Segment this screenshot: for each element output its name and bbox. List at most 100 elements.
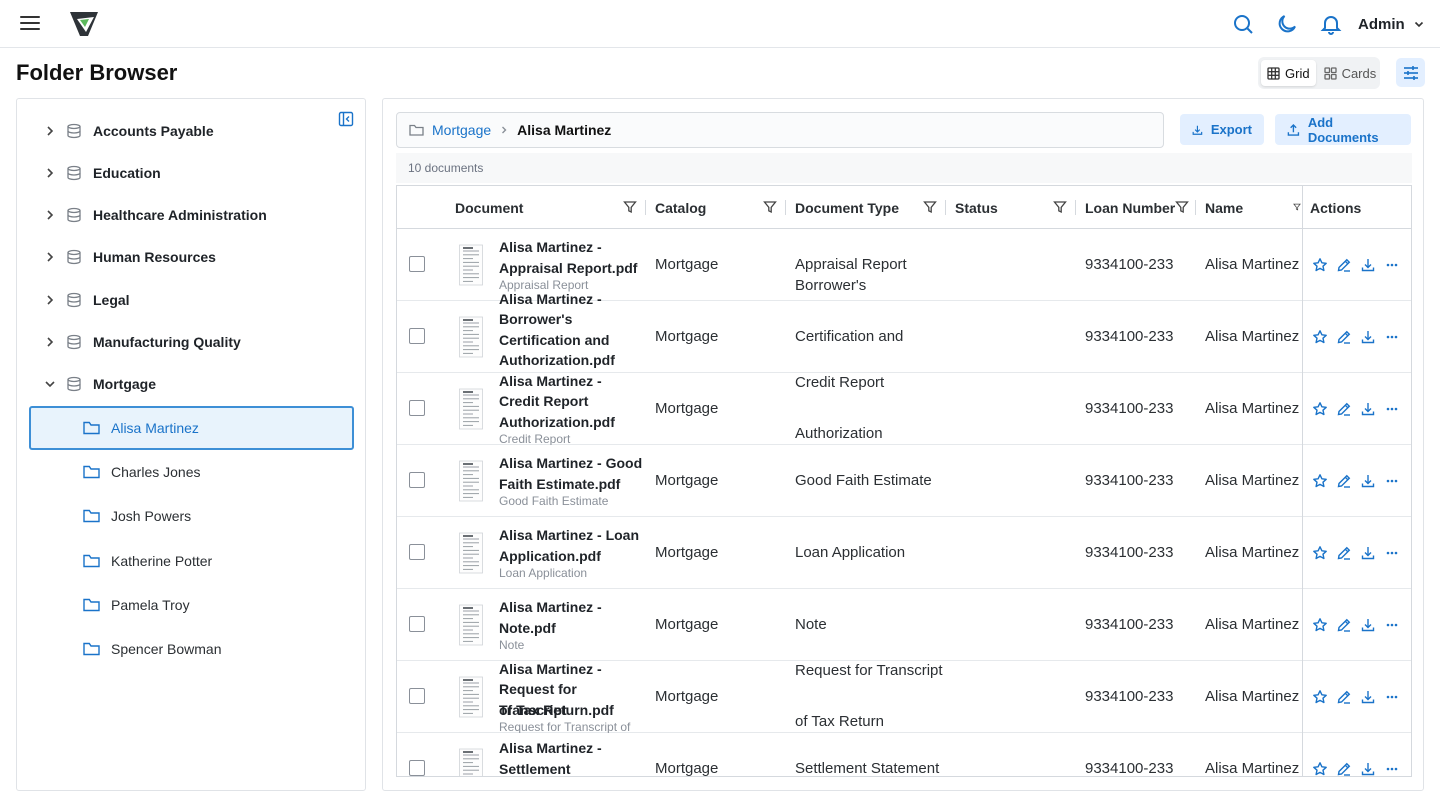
chevron-right-icon[interactable] (44, 336, 56, 348)
brand-logo[interactable] (68, 8, 100, 40)
tree-folder-item[interactable]: Katherine Potter (29, 539, 354, 583)
table-row[interactable]: Alisa Martinez - Good Faith Estimate.pdf G… (397, 445, 1411, 517)
row-checkbox[interactable] (409, 400, 425, 416)
row-checkbox[interactable] (409, 688, 425, 704)
chevron-right-icon[interactable] (44, 167, 56, 179)
more-icon[interactable] (1384, 401, 1400, 417)
table-row[interactable]: Alisa Martinez - Borrower's Certification … (397, 291, 1411, 385)
document-title-line[interactable]: Borrower's (499, 309, 645, 330)
document-thumbnail[interactable] (459, 747, 483, 777)
tree-group-item[interactable]: Accounts Payable (17, 113, 365, 149)
more-icon[interactable] (1384, 617, 1400, 633)
pencil-icon[interactable] (1336, 761, 1352, 777)
pencil-icon[interactable] (1336, 689, 1352, 705)
pencil-icon[interactable] (1336, 473, 1352, 489)
grid-view-button[interactable]: Grid (1261, 60, 1316, 86)
document-title-line[interactable]: Faith Estimate.pdf (499, 474, 645, 495)
tree-folder-item[interactable]: Spencer Bowman (29, 627, 354, 671)
tree-group-item[interactable]: Manufacturing Quality (17, 324, 365, 360)
column-header-name[interactable]: Name (1205, 186, 1243, 229)
document-title-line[interactable]: Alisa Martinez - (499, 371, 645, 392)
pencil-icon[interactable] (1336, 257, 1352, 273)
document-title-line[interactable]: of Tax Return.pdf (499, 700, 645, 721)
more-icon[interactable] (1384, 689, 1400, 705)
add-documents-button[interactable]: Add Documents (1275, 114, 1411, 145)
column-header-status[interactable]: Status (955, 186, 998, 229)
column-header-loan-number[interactable]: Loan Number (1085, 186, 1175, 229)
download-icon[interactable] (1360, 617, 1376, 633)
more-icon[interactable] (1384, 257, 1400, 273)
export-button[interactable]: Export (1180, 114, 1264, 145)
filter-icon[interactable] (623, 200, 637, 214)
pencil-icon[interactable] (1336, 329, 1352, 345)
document-title-line[interactable]: Credit Report (499, 391, 645, 412)
star-icon[interactable] (1312, 761, 1328, 777)
pencil-icon[interactable] (1336, 617, 1352, 633)
download-icon[interactable] (1360, 401, 1376, 417)
tree-group-item[interactable]: Human Resources (17, 239, 365, 275)
document-title-line[interactable]: Alisa Martinez - (499, 597, 645, 618)
chevron-right-icon[interactable] (44, 209, 56, 221)
pencil-icon[interactable] (1336, 401, 1352, 417)
cards-view-button[interactable]: Cards (1318, 60, 1383, 86)
chevron-right-icon[interactable] (44, 294, 56, 306)
bell-icon[interactable] (1319, 12, 1343, 36)
row-checkbox[interactable] (409, 616, 425, 632)
chevron-right-icon[interactable] (44, 125, 56, 137)
search-icon[interactable] (1231, 12, 1255, 36)
tree-group-item[interactable]: Mortgage (17, 366, 365, 402)
tree-group-item[interactable]: Healthcare Administration (17, 197, 365, 233)
row-checkbox[interactable] (409, 544, 425, 560)
row-checkbox[interactable] (409, 256, 425, 272)
document-title-line[interactable]: Appraisal Report.pdf (499, 258, 645, 279)
star-icon[interactable] (1312, 473, 1328, 489)
tree-folder-item[interactable]: Pamela Troy (29, 583, 354, 627)
tree-folder-item[interactable]: Charles Jones (29, 450, 354, 494)
more-icon[interactable] (1384, 761, 1400, 777)
filter-icon[interactable] (1053, 200, 1067, 214)
more-icon[interactable] (1384, 545, 1400, 561)
chevron-down-icon[interactable] (44, 378, 56, 390)
pencil-icon[interactable] (1336, 545, 1352, 561)
filter-icon[interactable] (1293, 200, 1301, 214)
document-thumbnail[interactable] (459, 387, 483, 431)
table-row[interactable]: Alisa Martinez - Request for Transcript of… (397, 659, 1411, 734)
tree-folder-item[interactable]: Alisa Martinez (29, 406, 354, 450)
tree-folder-item[interactable]: Josh Powers (29, 494, 354, 538)
more-icon[interactable] (1384, 329, 1400, 345)
view-settings-button[interactable] (1396, 58, 1425, 87)
star-icon[interactable] (1312, 617, 1328, 633)
document-title-line[interactable]: Alisa Martinez - (499, 659, 645, 680)
download-icon[interactable] (1360, 329, 1376, 345)
document-title-line[interactable]: Authorization.pdf (499, 412, 645, 433)
star-icon[interactable] (1312, 329, 1328, 345)
document-title-line[interactable]: Alisa Martinez - Good (499, 453, 645, 474)
star-icon[interactable] (1312, 545, 1328, 561)
table-row[interactable]: Alisa Martinez -SettlementStatement.pdfM… (397, 733, 1411, 777)
table-row[interactable]: Alisa Martinez - Loan Application.pdf Loan… (397, 517, 1411, 589)
column-header-catalog[interactable]: Catalog (655, 186, 706, 229)
star-icon[interactable] (1312, 401, 1328, 417)
table-row[interactable]: Alisa Martinez - Note.pdf Note Mortgage Note… (397, 589, 1411, 661)
document-thumbnail[interactable] (459, 243, 483, 287)
document-thumbnail[interactable] (459, 315, 483, 359)
column-header-document-type[interactable]: Document Type (795, 186, 899, 229)
filter-icon[interactable] (923, 200, 937, 214)
download-icon[interactable] (1360, 761, 1376, 777)
document-title-line[interactable]: Alisa Martinez - (499, 738, 645, 759)
tree-group-item[interactable]: Education (17, 155, 365, 191)
more-icon[interactable] (1384, 473, 1400, 489)
download-icon[interactable] (1360, 473, 1376, 489)
user-menu[interactable]: Admin (1358, 14, 1425, 34)
document-title-line[interactable]: Alisa Martinez - (499, 289, 645, 310)
document-title-line[interactable]: Settlement (499, 759, 645, 776)
row-checkbox[interactable] (409, 328, 425, 344)
document-title-line[interactable]: Certification and (499, 330, 645, 351)
breadcrumb-parent-link[interactable]: Mortgage (432, 122, 491, 138)
document-thumbnail[interactable] (459, 603, 483, 647)
moon-icon[interactable] (1275, 12, 1299, 36)
document-title-line[interactable]: Alisa Martinez - Loan (499, 525, 645, 546)
star-icon[interactable] (1312, 257, 1328, 273)
document-thumbnail[interactable] (459, 675, 483, 719)
chevron-right-icon[interactable] (44, 251, 56, 263)
